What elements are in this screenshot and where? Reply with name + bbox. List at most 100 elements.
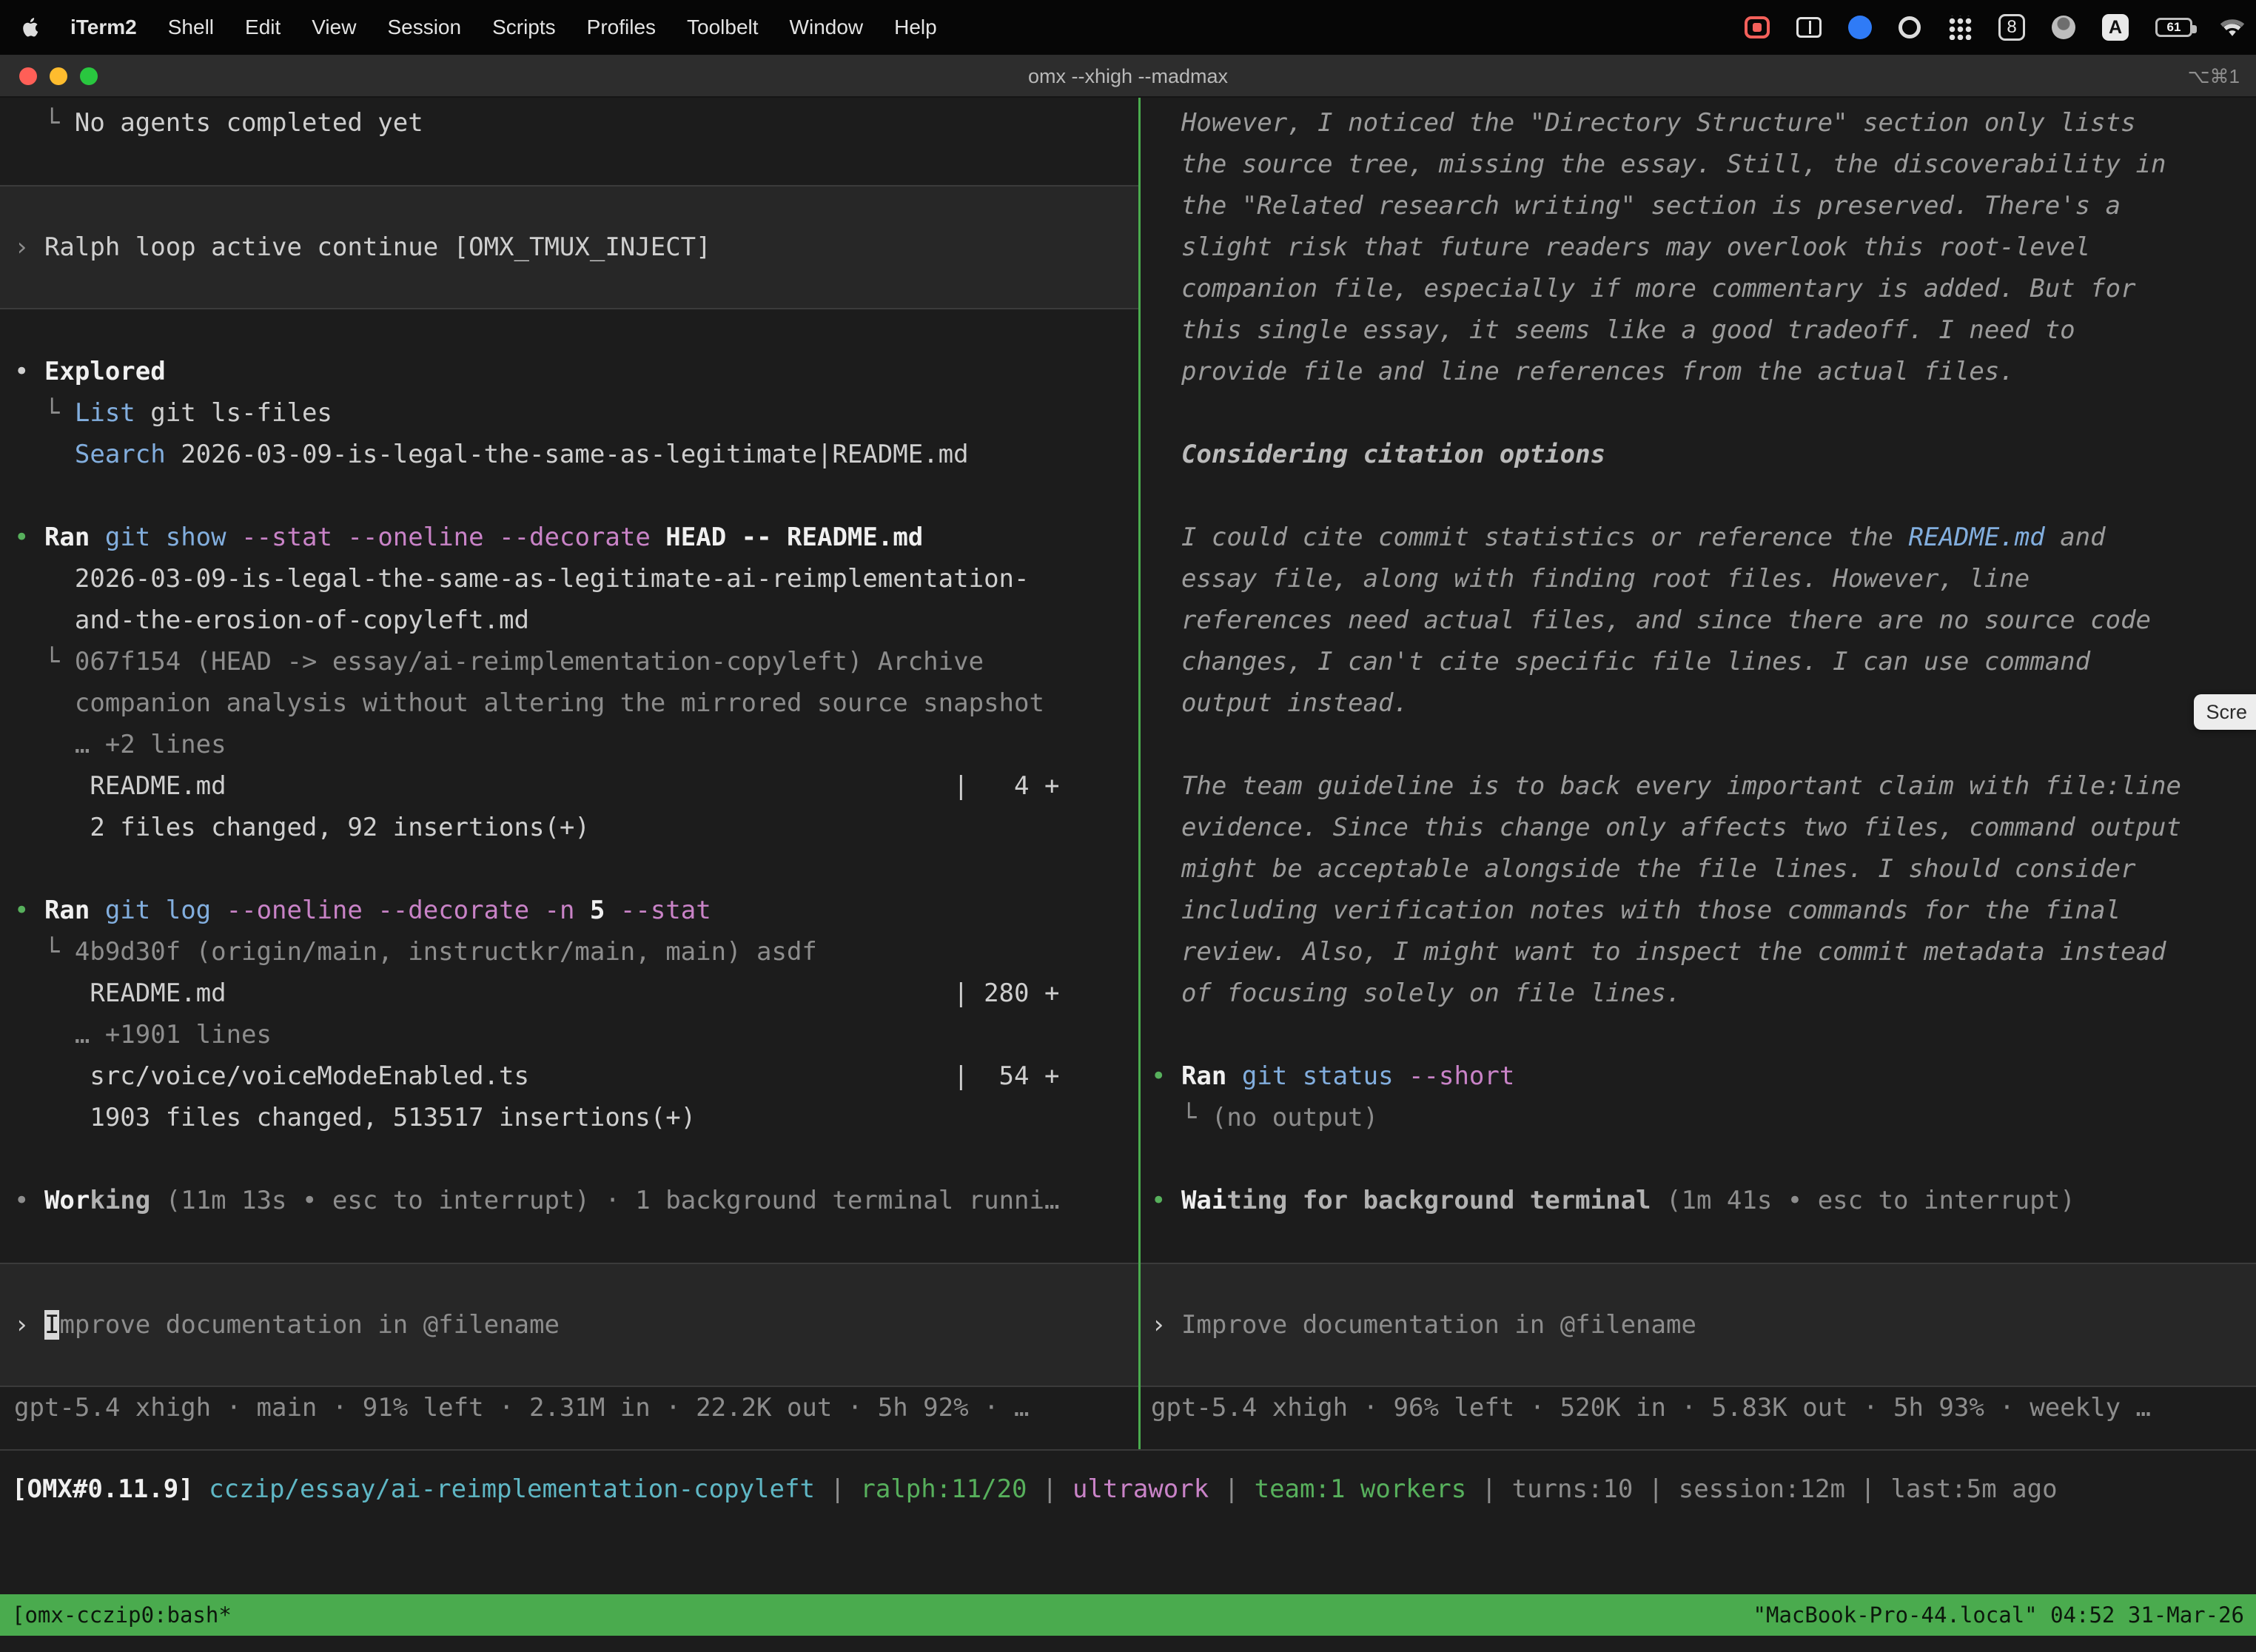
input-source-icon-label: A [2109, 17, 2122, 38]
text-segment: and-the-erosion-of-copyleft.md [14, 605, 529, 635]
text-segment: | [815, 1474, 860, 1504]
text-segment: git show [105, 523, 226, 552]
text-segment: gpt-5.4 xhigh · 96% left · 520K in · 5.8… [1151, 1393, 2151, 1423]
terminal-line: • Ran git show --stat --oneline --decora… [0, 517, 1138, 558]
terminal-line [0, 309, 1138, 351]
dark-app-icon[interactable] [1899, 16, 1921, 38]
text-segment: (1m 41s • esc to interrupt) [1651, 1186, 2075, 1215]
text-segment: --stat --oneline --decorate [241, 523, 651, 552]
terminal-line: including verification notes with those … [1141, 890, 2256, 931]
text-segment: turns:10 [1512, 1474, 1634, 1504]
text-segment: No agents completed yet [75, 108, 423, 138]
text-segment: --oneline --decorate -n [226, 896, 575, 925]
text-segment: provide file and line references from th… [1151, 357, 2015, 386]
terminal-line: evidence. Since this change only affects… [1141, 807, 2256, 848]
menu-view[interactable]: View [296, 16, 372, 39]
window-titlebar[interactable]: omx --xhigh --madmax ⌥⌘1 [0, 55, 2256, 98]
panel-row [1141, 1346, 2256, 1387]
text-segment: | [1466, 1474, 1511, 1504]
menu-toolbelt[interactable]: Toolbelt [671, 16, 774, 39]
terminal-line: src/voice/voiceModeEnabled.ts | 54 + [0, 1055, 1138, 1097]
screen-recording-icon[interactable] [1745, 16, 1770, 38]
text-segment: output instead. [1151, 688, 1409, 718]
terminal-line: of focusing solely on file lines. [1141, 973, 2256, 1014]
menu-window[interactable]: Window [774, 16, 879, 39]
terminal-line [1141, 1221, 2256, 1263]
text-segment: gpt-5.4 xhigh · main · 91% left · 2.31M … [14, 1393, 1029, 1423]
text-segment: --stat [620, 896, 711, 925]
text-segment [1394, 1061, 1409, 1091]
terminal-line: essay file, along with finding root file… [1141, 558, 2256, 600]
text-segment: last:5m ago [1890, 1474, 2057, 1504]
terminal-line: slight risk that future readers may over… [1141, 226, 2256, 268]
text-segment [90, 523, 104, 552]
text-segment: Ran [1181, 1061, 1226, 1091]
battery-icon-label: 61 [2167, 20, 2181, 35]
window-tiles-icon[interactable] [1796, 17, 1822, 38]
reasoning-heading: Considering citation options [1141, 434, 2256, 475]
text-segment: src/voice/voiceModeEnabled.ts | 54 + [14, 1061, 1059, 1091]
apple-menu[interactable] [0, 16, 55, 38]
menu-help[interactable]: Help [879, 16, 953, 39]
text-segment: Ran [44, 523, 90, 552]
text-segment: List [75, 398, 135, 428]
account-icon[interactable] [2052, 16, 2075, 39]
terminal-line: • Explored [0, 351, 1138, 392]
text-segment: the "Related research writing" section i… [1151, 191, 2121, 221]
terminal-line: might be acceptable alongside the file l… [1141, 848, 2256, 890]
tmux-pane-right[interactable]: However, I noticed the "Directory Struct… [1141, 98, 2256, 1449]
tmux-session-window: [omx-cczip0:bash* [12, 1594, 232, 1636]
prompt-input[interactable]: › Improve documentation in @filename [0, 1304, 1138, 1346]
terminal[interactable]: └ No agents completed yet› Ralph loop ac… [0, 98, 2256, 1652]
text-segment: and [2045, 523, 2106, 552]
text-segment: … +1901 lines [14, 1020, 272, 1050]
menu-edit[interactable]: Edit [229, 16, 296, 39]
text-segment: references need actual files, and since … [1151, 605, 2151, 635]
wifi-icon[interactable] [2219, 17, 2246, 38]
app-grid-icon[interactable] [1947, 16, 1972, 40]
menu-iterm2[interactable]: iTerm2 [55, 16, 152, 39]
keypad-icon[interactable]: 8 [1998, 14, 2025, 41]
text-segment: companion file, especially if more comme… [1151, 274, 2136, 303]
text-segment: --short [1409, 1061, 1514, 1091]
tmux-pane-left[interactable]: └ No agents completed yet› Ralph loop ac… [0, 98, 1138, 1449]
menu-scripts[interactable]: Scripts [477, 16, 571, 39]
battery-icon[interactable]: 61 [2155, 18, 2192, 37]
terminal-line: └ (no output) [1141, 1097, 2256, 1138]
apple-logo-icon [21, 16, 40, 38]
text-segment [14, 440, 75, 469]
omx-status-line: [OMX#0.11.9] cczip/essay/ai-reimplementa… [0, 1468, 2256, 1510]
terminal-line: └ 4b9d30f (origin/main, instructkr/main,… [0, 931, 1138, 973]
text-segment: › [1151, 1310, 1181, 1340]
text-segment: companion analysis without altering the … [14, 688, 1044, 718]
terminal-line: Search 2026-03-09-is-legal-the-same-as-l… [0, 434, 1138, 475]
text-segment: • [14, 1186, 44, 1215]
text-segment: cczip/essay/ai-reimplementation-copyleft [209, 1474, 815, 1504]
text-segment: [OMX#0.11.9] [12, 1474, 194, 1504]
blue-app-icon[interactable] [1848, 16, 1872, 39]
menu-shell[interactable]: Shell [152, 16, 229, 39]
terminal-line: output instead. [1141, 682, 2256, 724]
text-segment: ralph:11/20 [860, 1474, 1027, 1504]
terminal-line [0, 144, 1138, 185]
text-segment: (11m 13s • esc to interrupt) · 1 backgro… [150, 1186, 1059, 1215]
terminal-line: └ 067f154 (HEAD -> essay/ai-reimplementa… [0, 641, 1138, 682]
input-source-icon[interactable]: A [2102, 14, 2129, 41]
model-status-line: gpt-5.4 xhigh · 96% left · 520K in · 5.8… [1141, 1387, 2256, 1428]
text-segment: review. Also, I might want to inspect th… [1151, 937, 2166, 967]
text-segment: README.md [1909, 523, 2045, 552]
text-segment: 2026-03-09-is-legal-the-same-as-legitima… [166, 440, 969, 469]
text-segment: the source tree, missing the essay. Stil… [1151, 150, 2166, 179]
text-segment: └ [14, 108, 75, 138]
menu-profiles[interactable]: Profiles [571, 16, 671, 39]
menu-session[interactable]: Session [372, 16, 477, 39]
prompt-input[interactable]: › Improve documentation in @filename [1141, 1304, 2256, 1346]
text-segment: Search [75, 440, 166, 469]
terminal-line: • Working (11m 13s • esc to interrupt) ·… [0, 1180, 1138, 1221]
terminal-line: … +2 lines [0, 724, 1138, 765]
text-segment: mprove documentation in @filename [59, 1310, 560, 1340]
text-segment: | [1209, 1474, 1254, 1504]
terminal-line: the source tree, missing the essay. Stil… [1141, 144, 2256, 185]
text-segment: git log [105, 896, 211, 925]
terminal-line: companion file, especially if more comme… [1141, 268, 2256, 309]
